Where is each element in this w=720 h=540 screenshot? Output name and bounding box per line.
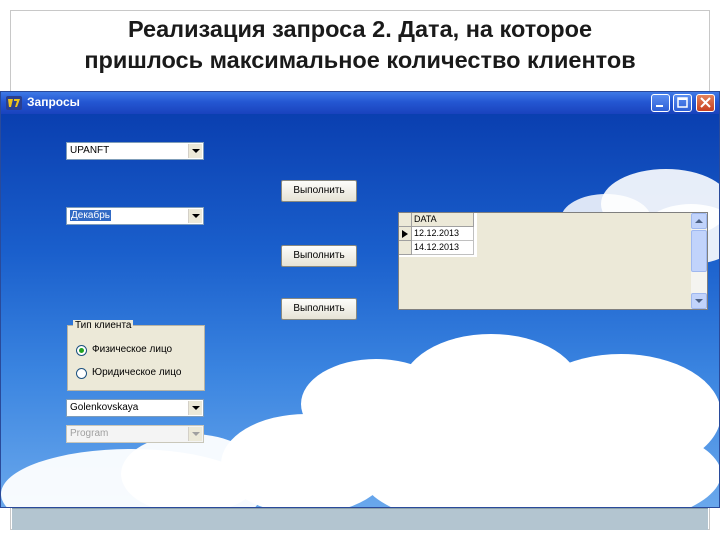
client-type-label: Тип клиента — [73, 320, 134, 331]
delphi-app-icon[interactable] — [5, 94, 23, 112]
grid-data-area: DATA 12.12.2013 14.12.2013 — [399, 213, 477, 257]
radio-individual[interactable] — [76, 345, 87, 356]
results-grid[interactable]: DATA 12.12.2013 14.12.2013 — [398, 212, 708, 310]
radio-individual-label[interactable]: Физическое лицо — [92, 344, 172, 355]
grid-column-header[interactable]: DATA — [412, 213, 474, 227]
grid-cell[interactable]: 12.12.2013 — [412, 227, 474, 241]
slide-title-line-1: Реализация запроса 2. Дата, на которое — [127, 16, 593, 42]
execute-button-2[interactable]: Выполнить — [281, 245, 357, 267]
sky-background — [1, 114, 719, 507]
row-indicator[interactable] — [399, 241, 412, 255]
chevron-down-icon[interactable] — [188, 209, 202, 223]
radio-legal-entity[interactable] — [76, 368, 87, 379]
scroll-down-icon[interactable] — [691, 293, 707, 309]
minimize-icon — [656, 105, 663, 107]
chevron-down-icon[interactable] — [188, 401, 202, 415]
combo-program: Program — [66, 425, 204, 443]
scroll-thumb[interactable] — [691, 230, 707, 272]
scroll-up-icon[interactable] — [691, 213, 707, 229]
window-titlebar[interactable]: Запросы — [1, 92, 719, 114]
close-icon — [700, 97, 711, 108]
maximize-button[interactable] — [673, 94, 692, 112]
combo-name-value: Golenkovskaya — [70, 402, 139, 413]
status-bar — [12, 508, 708, 530]
row-pointer-icon — [402, 230, 408, 238]
execute-button-3[interactable]: Выполнить — [281, 298, 357, 320]
grid-cell[interactable]: 14.12.2013 — [412, 241, 474, 255]
grid-scrollbar[interactable] — [691, 213, 707, 309]
slide-title: Реализация запроса 2. Дата, на которое п… — [0, 14, 720, 76]
combo-top[interactable]: UPANFT — [66, 142, 204, 160]
combo-program-value: Program — [70, 428, 109, 439]
chevron-down-icon — [188, 427, 202, 441]
queries-window: Запросы UPANFT Выполнить Декабрь Выполни… — [0, 91, 720, 508]
window-title: Запросы — [27, 95, 80, 109]
client-type-group: Тип клиента Физическое лицо Юридическое … — [67, 320, 205, 391]
combo-name[interactable]: Golenkovskaya — [66, 399, 204, 417]
chevron-down-icon[interactable] — [188, 144, 202, 158]
combo-top-value: UPANFT — [70, 145, 110, 156]
execute-button-1[interactable]: Выполнить — [281, 180, 357, 202]
maximize-icon — [677, 97, 688, 108]
close-button[interactable] — [696, 94, 715, 112]
combo-month-value: Декабрь — [70, 210, 111, 221]
grid-corner — [399, 213, 412, 227]
combo-month[interactable]: Декабрь — [66, 207, 204, 225]
radio-legal-entity-label[interactable]: Юридическое лицо — [92, 367, 181, 378]
minimize-button[interactable] — [651, 94, 670, 112]
slide-title-line-2: пришлось максимальное количество клиенто… — [84, 47, 636, 73]
row-indicator[interactable] — [399, 227, 412, 241]
